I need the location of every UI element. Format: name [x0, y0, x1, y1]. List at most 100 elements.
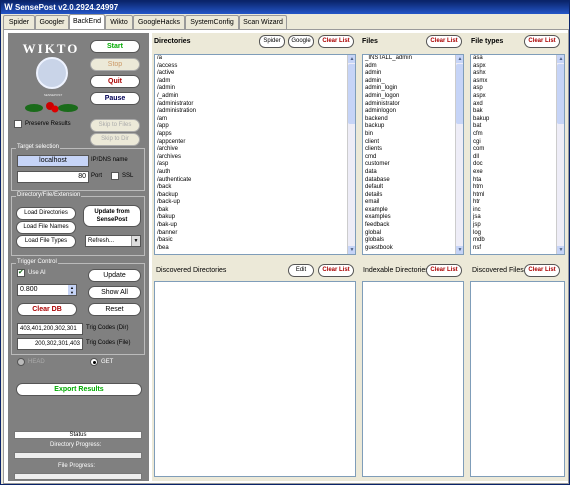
list-item[interactable]: /app	[155, 123, 355, 131]
list-item[interactable]: globals	[363, 237, 463, 245]
list-item[interactable]: feedback	[363, 222, 463, 230]
tab-scan-wizard[interactable]: Scan Wizard	[239, 15, 287, 29]
files-list[interactable]: _INSTALL_admin adm admin admin_ admin_login a…	[362, 54, 464, 255]
list-item[interactable]: examples	[363, 214, 463, 222]
list-item[interactable]: /banner	[155, 230, 355, 238]
list-item[interactable]: aspx	[471, 93, 564, 101]
scroll-down-icon[interactable]: ▼	[456, 246, 463, 254]
list-item[interactable]: /am	[155, 116, 355, 124]
list-item[interactable]: /administrator	[155, 101, 355, 109]
list-item[interactable]: adminlogon	[363, 108, 463, 116]
list-item[interactable]: backend	[363, 116, 463, 124]
list-item[interactable]: /asp	[155, 161, 355, 169]
skip-to-dir-button[interactable]: Skip to Dir	[90, 133, 140, 146]
tab-spider[interactable]: Spider	[3, 15, 35, 29]
list-item[interactable]: com	[471, 146, 564, 154]
list-item[interactable]: admin_logon	[363, 93, 463, 101]
list-item[interactable]: asa	[471, 55, 564, 63]
list-item[interactable]: htm	[471, 184, 564, 192]
list-item[interactable]: jsp	[471, 222, 564, 230]
tab-backend[interactable]: BackEnd	[69, 14, 105, 29]
clear-discovered-dirs-button[interactable]: Clear List	[318, 264, 354, 277]
list-item[interactable]: /backup	[155, 192, 355, 200]
list-item[interactable]: example	[363, 207, 463, 215]
scroll-thumb[interactable]	[557, 64, 564, 124]
update-button[interactable]: Update	[88, 269, 141, 282]
load-directories-button[interactable]: Load Directories	[16, 207, 76, 220]
list-item[interactable]: axd	[471, 101, 564, 109]
list-item[interactable]: hta	[471, 177, 564, 185]
list-item[interactable]: nsf	[471, 245, 564, 253]
list-item[interactable]: doc	[471, 161, 564, 169]
list-item[interactable]: /back-up	[155, 199, 355, 207]
clear-discovered-files-button[interactable]: Clear List	[524, 264, 560, 277]
list-item[interactable]: /active	[155, 70, 355, 78]
list-item[interactable]: global	[363, 230, 463, 238]
clear-files-button[interactable]: Clear List	[426, 35, 462, 48]
update-from-sensepost-button[interactable]: Update from SensePost	[83, 205, 141, 227]
list-item[interactable]: admin_	[363, 78, 463, 86]
list-item[interactable]: log	[471, 230, 564, 238]
list-item[interactable]: bat	[471, 123, 564, 131]
directories-scrollbar[interactable]: ▲ ▼	[347, 55, 355, 254]
quit-button[interactable]: Quit	[90, 75, 140, 88]
filetypes-list[interactable]: asa aspx ashx asmx asp aspx axd bak bakup bat cfm c…	[470, 54, 565, 255]
use-ai-checkbox[interactable]: ✔	[17, 269, 25, 277]
list-item[interactable]: /access	[155, 63, 355, 71]
spider-button[interactable]: Spider	[259, 35, 285, 48]
tab-googlehacks[interactable]: GoogleHacks	[133, 15, 185, 29]
get-radio[interactable]	[90, 358, 98, 366]
list-item[interactable]: /admin	[155, 85, 355, 93]
list-item[interactable]: data	[363, 169, 463, 177]
list-item[interactable]: cmd	[363, 154, 463, 162]
list-item[interactable]: inc	[471, 207, 564, 215]
skip-to-files-button[interactable]: Skip to Files	[90, 119, 140, 132]
list-item[interactable]: backup	[363, 123, 463, 131]
list-item[interactable]: customer	[363, 161, 463, 169]
list-item[interactable]: dll	[471, 154, 564, 162]
spinner-icon[interactable]: ▲ ▼	[68, 285, 76, 295]
list-item[interactable]: cfm	[471, 131, 564, 139]
edit-button[interactable]: Edit	[288, 264, 314, 277]
scroll-up-icon[interactable]: ▲	[348, 55, 355, 63]
list-item[interactable]: email	[363, 199, 463, 207]
list-item[interactable]: guestbook	[363, 245, 463, 253]
list-item[interactable]: bak	[471, 108, 564, 116]
list-item[interactable]: /_admin	[155, 93, 355, 101]
list-item[interactable]: /bak-up	[155, 222, 355, 230]
google-button[interactable]: Google	[288, 35, 314, 48]
list-item[interactable]: clients	[363, 146, 463, 154]
host-input[interactable]: localhost	[17, 155, 89, 167]
list-item[interactable]: details	[363, 192, 463, 200]
list-item[interactable]: admin	[363, 70, 463, 78]
list-item[interactable]: database	[363, 177, 463, 185]
head-radio[interactable]	[17, 358, 25, 366]
stop-button[interactable]: Stop	[90, 58, 140, 71]
list-item[interactable]: default	[363, 184, 463, 192]
list-item[interactable]: /a	[155, 55, 355, 63]
list-item[interactable]: /apps	[155, 131, 355, 139]
list-item[interactable]: /back	[155, 184, 355, 192]
clear-indexable-button[interactable]: Clear List	[426, 264, 462, 277]
list-item[interactable]: htr	[471, 199, 564, 207]
clear-directories-button[interactable]: Clear List	[318, 35, 354, 48]
list-item[interactable]: adm	[363, 63, 463, 71]
list-item[interactable]: bakup	[471, 116, 564, 124]
ai-threshold-input[interactable]: 0.800 ▲ ▼	[17, 284, 77, 296]
list-item[interactable]: ashx	[471, 70, 564, 78]
pause-button[interactable]: Pause	[90, 92, 140, 105]
refresh-select[interactable]: Refresh... ▼	[85, 235, 141, 247]
start-button[interactable]: Start	[90, 40, 140, 53]
list-item[interactable]: asp	[471, 85, 564, 93]
list-item[interactable]: /archives	[155, 154, 355, 162]
list-item[interactable]: aspx	[471, 63, 564, 71]
load-file-types-button[interactable]: Load File Types	[16, 235, 76, 248]
scroll-thumb[interactable]	[456, 64, 463, 124]
list-item[interactable]: client	[363, 139, 463, 147]
list-item[interactable]: /administration	[155, 108, 355, 116]
port-input[interactable]: 80	[17, 171, 89, 183]
preserve-results-checkbox[interactable]	[14, 120, 22, 128]
scroll-down-icon[interactable]: ▼	[348, 246, 355, 254]
list-item[interactable]: /appcenter	[155, 139, 355, 147]
list-item[interactable]: /bakup	[155, 214, 355, 222]
